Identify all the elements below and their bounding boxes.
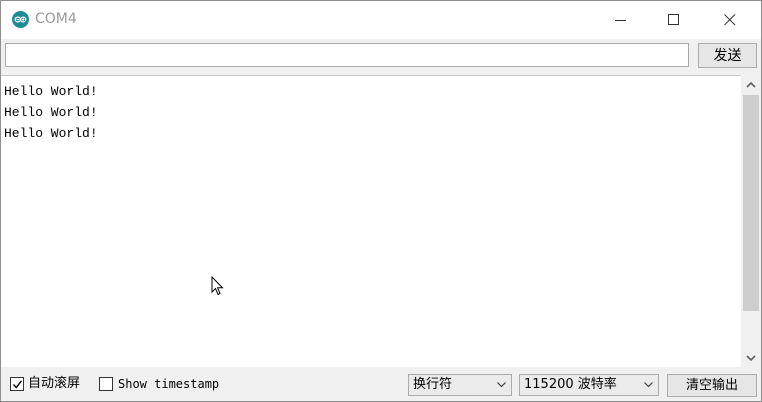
send-input[interactable] (5, 43, 689, 67)
output-line: Hello World! (4, 105, 98, 120)
line-ending-select[interactable]: 换行符 (408, 374, 512, 396)
maximize-icon (668, 14, 679, 25)
arduino-icon (12, 11, 29, 28)
output-lines: Hello World! Hello World! Hello World! (4, 81, 98, 144)
footer-bar: 自动滚屏 Show timestamp 换行符 115200 波特率 清空输出 (1, 367, 761, 401)
chevron-down-icon (497, 382, 506, 388)
scroll-up-button[interactable] (741, 76, 761, 93)
serial-monitor-window: COM4 发送 Hello World! Hello World! Hello … (0, 0, 762, 402)
scroll-down-button[interactable] (741, 350, 761, 367)
close-button[interactable] (707, 1, 753, 39)
mouse-cursor-icon (211, 276, 224, 296)
autoscroll-label[interactable]: 自动滚屏 (28, 376, 80, 392)
baud-rate-value: 115200 波特率 (524, 377, 617, 392)
close-icon (724, 14, 736, 26)
vertical-scrollbar[interactable] (741, 76, 761, 367)
title-bar[interactable]: COM4 (1, 1, 761, 39)
minimize-button[interactable] (598, 1, 644, 39)
clear-output-button[interactable]: 清空输出 (667, 374, 757, 397)
chevron-up-icon (746, 81, 756, 88)
output-line: Hello World! (4, 126, 98, 141)
chevron-down-icon (746, 355, 756, 362)
output-line: Hello World! (4, 84, 98, 99)
window-title: COM4 (35, 11, 77, 27)
timestamp-checkbox[interactable] (99, 377, 113, 391)
timestamp-label[interactable]: Show timestamp (118, 376, 219, 392)
autoscroll-checkbox[interactable] (10, 377, 24, 391)
minimize-icon (615, 20, 626, 21)
send-button[interactable]: 发送 (698, 43, 757, 68)
serial-output[interactable]: Hello World! Hello World! Hello World! (1, 75, 741, 368)
chevron-down-icon (644, 382, 653, 388)
scroll-thumb[interactable] (743, 95, 759, 311)
line-ending-value: 换行符 (413, 377, 453, 392)
checkmark-icon (12, 380, 23, 389)
maximize-button[interactable] (651, 1, 697, 39)
baud-rate-select[interactable]: 115200 波特率 (519, 374, 659, 396)
